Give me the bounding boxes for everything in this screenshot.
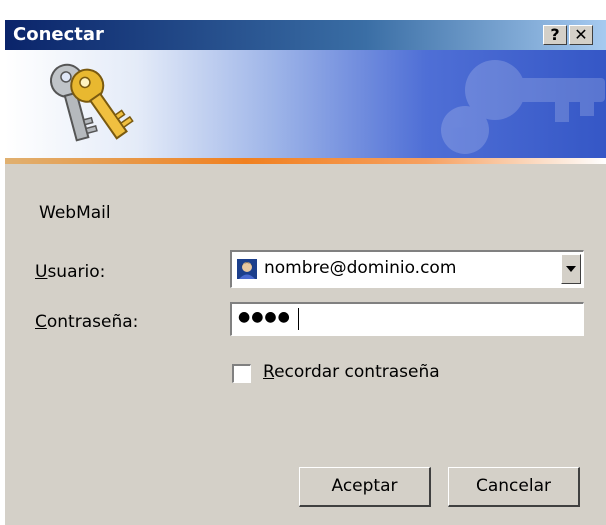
dropdown-arrow-icon bbox=[566, 266, 576, 272]
remember-password-checkbox[interactable] bbox=[232, 364, 251, 383]
user-label-accesskey: U bbox=[35, 262, 48, 282]
user-label-text: suario: bbox=[47, 262, 106, 282]
user-combobox[interactable]: nombre@dominio.com bbox=[230, 250, 584, 288]
user-dropdown-button[interactable] bbox=[561, 254, 581, 284]
title-bar[interactable]: Conectar ? ✕ bbox=[5, 20, 606, 50]
password-label: Contraseña: bbox=[35, 312, 138, 332]
remember-label-text: ecordar contraseña bbox=[274, 362, 440, 382]
user-account-icon bbox=[237, 259, 257, 279]
password-label-text: ontraseña: bbox=[46, 312, 139, 332]
remember-label-accesskey: R bbox=[263, 362, 275, 382]
keys-watermark-icon bbox=[441, 60, 605, 154]
password-value: ●●●● bbox=[238, 309, 291, 325]
site-label: WebMail bbox=[39, 203, 111, 223]
help-button[interactable]: ? bbox=[543, 25, 567, 45]
cancel-button[interactable]: Cancelar bbox=[448, 467, 580, 507]
keys-icon bbox=[49, 63, 134, 142]
connect-dialog: Conectar ? ✕ WebMail Usuario: nombre@dom… bbox=[5, 20, 606, 525]
ok-button[interactable]: Aceptar bbox=[299, 467, 431, 507]
header-banner bbox=[5, 50, 606, 158]
user-label: Usuario: bbox=[35, 262, 105, 282]
close-button[interactable]: ✕ bbox=[569, 25, 593, 45]
banner-divider bbox=[5, 158, 606, 164]
text-cursor bbox=[298, 308, 299, 330]
password-label-accesskey: C bbox=[35, 312, 47, 332]
password-field[interactable]: ●●●● bbox=[230, 302, 584, 336]
window-title: Conectar bbox=[13, 24, 104, 45]
remember-password-label[interactable]: Recordar contraseña bbox=[263, 362, 440, 382]
user-value: nombre@dominio.com bbox=[264, 258, 457, 278]
